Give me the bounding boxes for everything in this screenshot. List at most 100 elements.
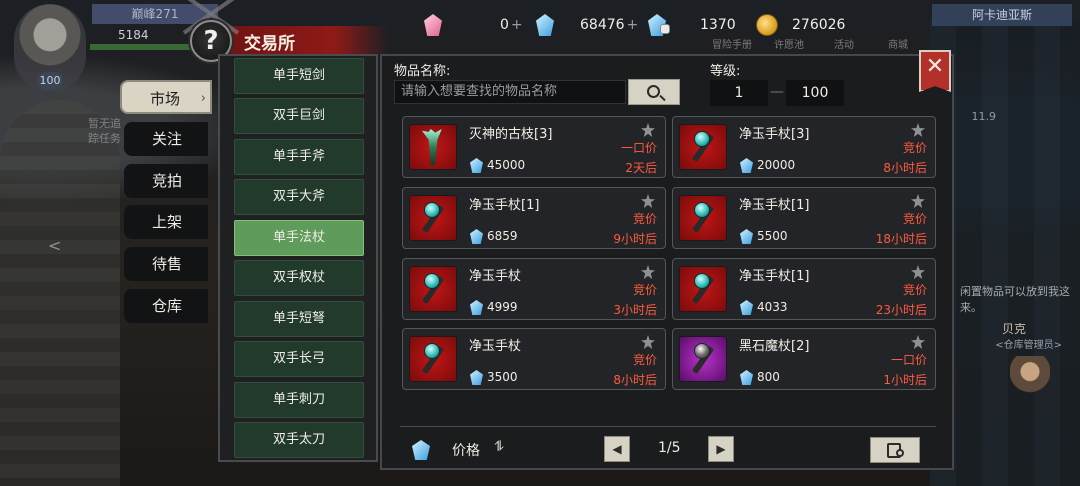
gem-icon bbox=[740, 370, 753, 385]
level-max-input[interactable]: 100 bbox=[786, 80, 844, 106]
listing-card[interactable]: 净玉手杖 竞价 3500 8小时后 bbox=[402, 328, 666, 390]
listing-name: 净玉手杖[1] bbox=[739, 269, 810, 284]
blue-gem-currency: 68476 + bbox=[536, 10, 638, 40]
listing-card[interactable]: 净玉手杖[1] 竞价 6859 9小时后 bbox=[402, 187, 666, 249]
tab-warehouse-label: 仓库 bbox=[152, 297, 183, 315]
gold-currency: 276026 bbox=[756, 10, 845, 40]
player-hp-bar bbox=[90, 44, 190, 50]
category-list[interactable]: 单手短剑 双手巨剑 单手手斧 双手大斧 单手法杖 双手权杖 单手短弩 双手长弓 … bbox=[218, 54, 378, 462]
npc-role: <仓库管理员> bbox=[995, 340, 1062, 351]
category-item[interactable]: 单手短弩 bbox=[234, 301, 364, 337]
listing-name: 净玉手杖[1] bbox=[739, 198, 810, 213]
category-item[interactable]: 单手手斧 bbox=[234, 139, 364, 175]
footer-divider bbox=[400, 426, 936, 427]
prev-page-button[interactable]: ◀ bbox=[604, 436, 630, 462]
listing-card[interactable]: 灭神的古枝[3] 一口价 45000 2天后 bbox=[402, 116, 666, 178]
star-icon[interactable] bbox=[911, 194, 925, 208]
listing-card[interactable]: 净玉手杖[1] 竞价 4033 23小时后 bbox=[672, 258, 936, 320]
star-icon[interactable] bbox=[911, 265, 925, 279]
category-item[interactable]: 双手太刀 bbox=[234, 422, 364, 458]
menu-shop[interactable]: 商城 bbox=[888, 36, 908, 51]
search-history-button[interactable] bbox=[870, 437, 920, 463]
level-min-input[interactable]: 1 bbox=[710, 80, 768, 106]
tab-pending-sale-label: 待售 bbox=[152, 255, 183, 273]
sort-price-label[interactable]: 价格 bbox=[452, 440, 480, 460]
listing-name: 净玉手杖[3] bbox=[739, 127, 810, 142]
tab-pending-sale[interactable]: 待售 bbox=[124, 247, 208, 281]
category-item-active[interactable]: 单手法杖 bbox=[234, 220, 364, 256]
category-item[interactable]: 双手巨剑 bbox=[234, 98, 364, 134]
page-indicator: 1/5 bbox=[658, 440, 681, 456]
category-item[interactable]: 单手刺刀 bbox=[234, 382, 364, 418]
quest-tracker-line-2: 踪任务 bbox=[88, 132, 121, 145]
search-input[interactable]: 请输入想要查找的物品名称 bbox=[394, 80, 626, 104]
level-label: 等级: bbox=[710, 64, 741, 79]
chevron-right-icon: › bbox=[200, 91, 206, 106]
tab-watchlist-label: 关注 bbox=[152, 130, 183, 148]
listing-name: 净玉手杖 bbox=[469, 269, 522, 284]
blue-gem-add-button[interactable]: + bbox=[627, 17, 639, 33]
star-icon[interactable] bbox=[641, 265, 655, 279]
listing-time-left: 9小时后 bbox=[613, 232, 657, 246]
pink-gem-add-button[interactable]: + bbox=[511, 17, 523, 33]
next-page-button[interactable]: ▶ bbox=[708, 436, 734, 462]
gold-value: 276026 bbox=[792, 17, 846, 33]
listing-time-left: 1小时后 bbox=[883, 373, 927, 387]
gem-icon bbox=[470, 158, 483, 173]
listing-price: 3500 bbox=[487, 370, 518, 384]
listing-price: 20000 bbox=[757, 158, 796, 172]
listing-price: 4033 bbox=[757, 300, 788, 314]
search-button[interactable] bbox=[628, 79, 680, 105]
star-icon[interactable] bbox=[911, 123, 925, 137]
star-icon[interactable] bbox=[641, 123, 655, 137]
listing-time-left: 8小时后 bbox=[883, 161, 927, 175]
chevron-left-icon[interactable]: < bbox=[48, 236, 61, 255]
star-icon[interactable] bbox=[641, 194, 655, 208]
tab-list-item-label: 上架 bbox=[152, 213, 183, 231]
listing-card[interactable]: 黑石魔杖[2] 一口价 800 1小时后 bbox=[672, 328, 936, 390]
jade-staff-icon bbox=[409, 195, 457, 241]
tab-market[interactable]: 市场 › bbox=[120, 80, 212, 114]
tab-auction[interactable]: 竞拍 bbox=[124, 164, 208, 198]
category-item[interactable]: 双手大斧 bbox=[234, 179, 364, 215]
player-number: 5184 bbox=[118, 28, 149, 42]
listing-sale-type: 竞价 bbox=[902, 141, 927, 155]
listing-name: 净玉手杖 bbox=[469, 339, 522, 354]
tab-market-label: 市场 bbox=[150, 90, 181, 108]
bound-gem-value: 1370 bbox=[700, 17, 736, 33]
star-icon[interactable] bbox=[911, 335, 925, 349]
listing-sale-type: 竞价 bbox=[632, 212, 657, 226]
close-button[interactable]: ✕ bbox=[919, 50, 951, 92]
listing-card[interactable]: 净玉手杖[1] 竞价 5500 18小时后 bbox=[672, 187, 936, 249]
listing-price: 5500 bbox=[757, 229, 788, 243]
gold-coin-icon bbox=[756, 14, 778, 36]
npc-name: 贝克 bbox=[1001, 322, 1026, 336]
blue-gem-icon bbox=[536, 14, 554, 36]
gem-icon bbox=[740, 158, 753, 173]
listing-name: 净玉手杖[1] bbox=[469, 198, 540, 213]
category-item[interactable]: 单手短剑 bbox=[234, 58, 364, 94]
gem-icon bbox=[740, 229, 753, 244]
category-item[interactable]: 双手权杖 bbox=[234, 260, 364, 296]
pink-gem-currency: 0 + bbox=[424, 10, 523, 40]
sort-icon[interactable]: ⥮ bbox=[494, 439, 504, 455]
listing-time-left: 2天后 bbox=[625, 161, 657, 175]
black-stone-wand-icon bbox=[679, 336, 727, 382]
jade-staff-icon bbox=[679, 266, 727, 312]
listing-card[interactable]: 净玉手杖[3] 竞价 20000 8小时后 bbox=[672, 116, 936, 178]
listing-sale-type: 竞价 bbox=[902, 283, 927, 297]
gem-icon bbox=[740, 300, 753, 315]
listing-card[interactable]: 净玉手杖 竞价 4999 3小时后 bbox=[402, 258, 666, 320]
pink-gem-value: 0 bbox=[500, 17, 509, 33]
tab-watchlist[interactable]: 关注 bbox=[124, 122, 208, 156]
listing-name: 灭神的古枝[3] bbox=[469, 127, 553, 142]
location-label: 阿卡迪亚斯 bbox=[932, 4, 1072, 26]
listing-name: 黑石魔杖[2] bbox=[739, 339, 810, 354]
star-icon[interactable] bbox=[641, 335, 655, 349]
listing-price: 45000 bbox=[487, 158, 526, 172]
npc-sprite[interactable] bbox=[1010, 356, 1050, 408]
category-item[interactable]: 双手长弓 bbox=[234, 341, 364, 377]
listing-price: 4999 bbox=[487, 300, 518, 314]
tab-list-item[interactable]: 上架 bbox=[124, 205, 208, 239]
tab-warehouse[interactable]: 仓库 bbox=[124, 289, 208, 323]
